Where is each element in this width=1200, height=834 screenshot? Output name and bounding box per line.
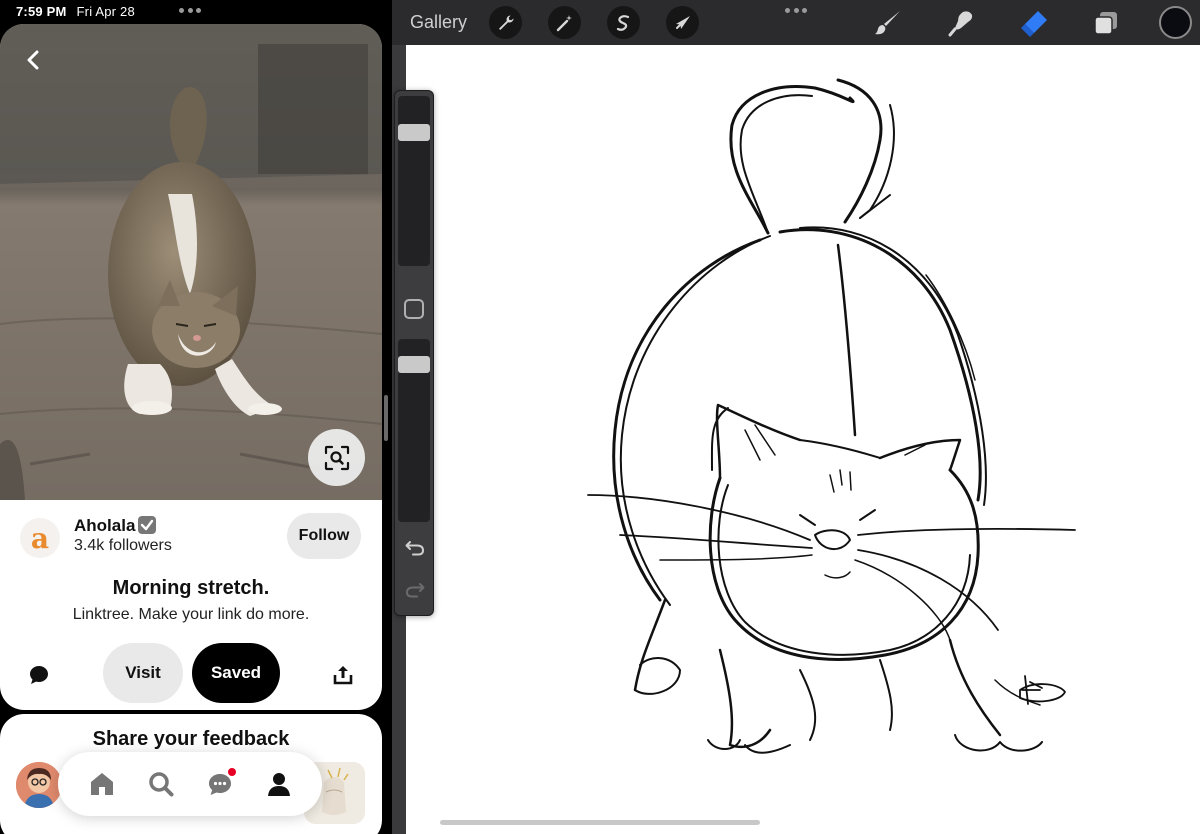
undo-icon xyxy=(405,541,425,556)
brush-sidebar xyxy=(394,90,434,616)
wrench-icon xyxy=(498,15,513,30)
status-date: Fri Apr 28 xyxy=(76,4,135,19)
home-indicator xyxy=(440,820,760,825)
pin-card: a Aholala 3.4k followers Follow Morning … xyxy=(0,24,382,710)
tab-home[interactable] xyxy=(82,764,122,804)
creator-avatar[interactable]: a xyxy=(20,518,60,558)
eraser-tool[interactable] xyxy=(1017,7,1051,39)
creator-name-text: Aholala xyxy=(74,516,136,535)
modify-button[interactable] xyxy=(404,299,424,319)
pinterest-pane: 7:59 PM Fri Apr 28 a Aholala 3.4k follow… xyxy=(0,0,392,834)
home-icon xyxy=(90,773,113,795)
pin-title: Morning stretch. xyxy=(112,577,270,599)
procreate-pane: Gallery xyxy=(392,0,1200,834)
undo-button[interactable] xyxy=(404,537,426,559)
multitasking-dots[interactable] xyxy=(179,8,201,14)
opacity-slider[interactable] xyxy=(398,339,430,522)
split-view-handle[interactable] xyxy=(384,395,388,441)
brush-size-slider[interactable] xyxy=(398,96,430,266)
smudge-icon xyxy=(948,11,973,37)
color-picker[interactable] xyxy=(1159,6,1192,39)
bottom-tab-bar xyxy=(58,752,322,816)
redo-button[interactable] xyxy=(404,579,426,601)
search-icon xyxy=(148,772,173,797)
redo-icon xyxy=(405,583,425,598)
comment-bubble-icon xyxy=(30,666,48,684)
visual-search-button[interactable] xyxy=(308,429,365,486)
selection-s-icon xyxy=(616,14,629,31)
notification-dot xyxy=(227,768,236,776)
follow-button[interactable]: Follow xyxy=(287,513,361,559)
layers-icon xyxy=(1094,12,1117,35)
selection-button[interactable] xyxy=(607,6,640,39)
cat-photo xyxy=(0,24,382,500)
creator-followers: 3.4k followers xyxy=(74,537,172,554)
back-button[interactable] xyxy=(18,44,50,76)
pin-description[interactable]: Linktree. Make your link do more. xyxy=(0,606,382,624)
status-time: 7:59 PM xyxy=(16,4,67,19)
saved-button[interactable]: Saved xyxy=(192,643,280,703)
opacity-thumb[interactable] xyxy=(398,356,430,373)
creator-row: a Aholala 3.4k followers Follow xyxy=(20,513,362,564)
chevron-left-icon xyxy=(27,50,39,70)
brush-tool[interactable] xyxy=(871,7,905,39)
comment-button[interactable] xyxy=(24,660,54,690)
user-avatar[interactable] xyxy=(16,762,62,808)
adjustments-button[interactable] xyxy=(548,6,581,39)
multitasking-dots[interactable] xyxy=(785,8,807,14)
lens-search-icon xyxy=(324,445,349,470)
arrow-cursor-icon xyxy=(675,15,690,29)
tab-messages[interactable] xyxy=(200,764,240,804)
share-button[interactable] xyxy=(328,660,358,690)
gallery-button[interactable]: Gallery xyxy=(410,12,467,33)
share-icon xyxy=(333,666,353,685)
brush-size-thumb[interactable] xyxy=(398,124,430,141)
person-icon xyxy=(267,773,290,796)
tab-search[interactable] xyxy=(141,764,181,804)
smudge-tool[interactable] xyxy=(944,7,978,39)
feedback-title: Share your feedback xyxy=(92,728,290,750)
layers-button[interactable] xyxy=(1089,7,1123,39)
verified-check-icon xyxy=(138,516,157,534)
cat-sketch xyxy=(587,78,1076,754)
status-bar: 7:59 PM Fri Apr 28 xyxy=(16,4,135,19)
procreate-toolbar: Gallery xyxy=(392,0,1200,45)
tab-profile[interactable] xyxy=(259,764,299,804)
drawing-canvas[interactable] xyxy=(406,45,1200,834)
transform-button[interactable] xyxy=(666,6,699,39)
visit-button[interactable]: Visit xyxy=(103,643,183,703)
actions-button[interactable] xyxy=(489,6,522,39)
eraser-icon xyxy=(1021,11,1047,37)
creator-name[interactable]: Aholala xyxy=(74,516,157,536)
magic-wand-icon xyxy=(556,14,572,31)
brush-icon xyxy=(875,11,900,35)
